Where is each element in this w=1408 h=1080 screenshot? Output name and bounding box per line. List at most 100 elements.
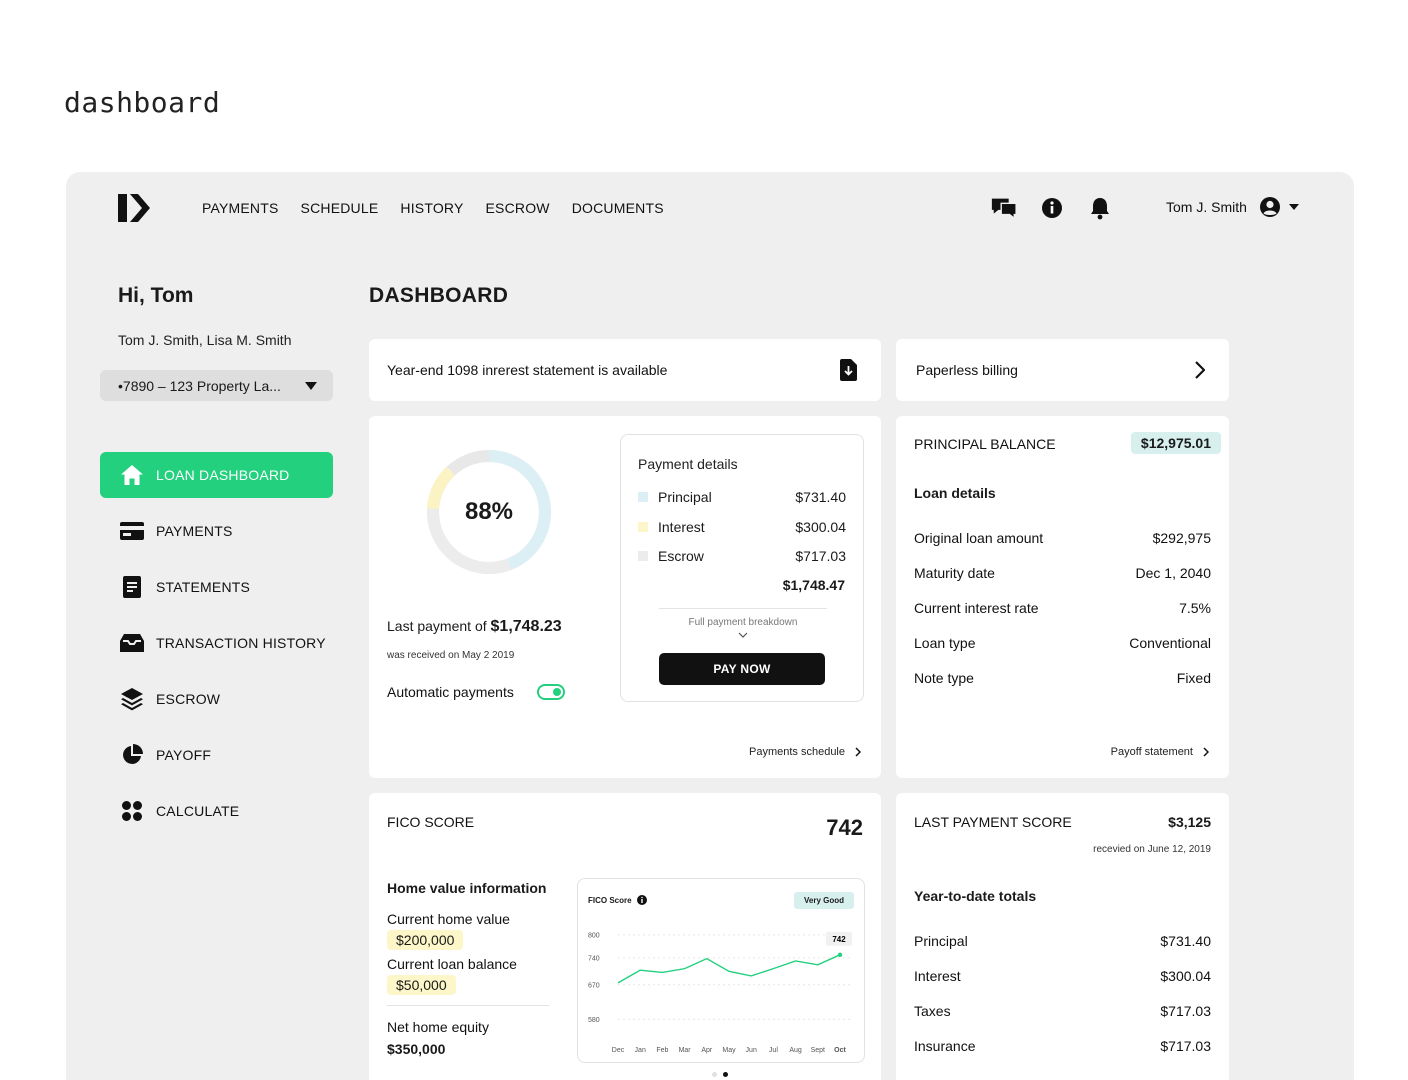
info-icon[interactable] <box>1038 194 1066 222</box>
fico-marker-label: 742 <box>832 935 846 944</box>
chevron-right-icon <box>1203 747 1209 757</box>
layers-icon <box>120 687 144 711</box>
greeting: Hi, Tom <box>118 284 194 307</box>
fico-score-value: 742 <box>826 815 863 840</box>
automatic-payments-label: Automatic payments <box>387 684 514 700</box>
full-payment-breakdown-link[interactable]: Full payment breakdown <box>621 617 865 641</box>
loan-detail-value: 7.5% <box>1179 600 1211 616</box>
sidebar-item-loan-dashboard[interactable]: LOAN DASHBOARD <box>100 452 333 498</box>
bell-icon[interactable] <box>1086 194 1114 222</box>
divider <box>387 1005 549 1006</box>
sidebar-item-label: STATEMENTS <box>156 579 251 595</box>
pay-now-button[interactable]: PAY NOW <box>659 653 825 685</box>
ytd-label: Interest <box>914 968 961 984</box>
sidebar-menu: LOAN DASHBOARD PAYMENTS STATEMENTS TRANS… <box>100 452 333 844</box>
chevron-right-icon <box>1195 361 1205 379</box>
loan-detail-label: Maturity date <box>914 565 995 581</box>
sidebar-item-payoff[interactable]: PAYOFF <box>100 732 333 778</box>
loan-detail-row: Current interest rate 7.5% <box>914 600 1211 616</box>
nav-escrow[interactable]: ESCROW <box>486 200 550 216</box>
ytd-value: $300.04 <box>1160 968 1211 984</box>
last-payment-amount: $1,748.23 <box>490 618 562 635</box>
divider <box>659 608 827 609</box>
statement-notice-card[interactable]: Year-end 1098 inrerest statement is avai… <box>369 339 881 401</box>
document-icon <box>120 575 144 599</box>
ytd-label: Principal <box>914 933 968 949</box>
automatic-payments-toggle[interactable] <box>537 684 565 700</box>
y-tick-label: 800 <box>588 932 600 939</box>
principal-balance-value: $12,975.01 <box>1130 432 1221 454</box>
payment-progress-donut: 88% <box>423 446 555 578</box>
sidebar-item-statements[interactable]: STATEMENTS <box>100 564 333 610</box>
x-tick-label: Mar <box>679 1047 692 1054</box>
current-loan-balance-label: Current loan balance <box>387 956 517 972</box>
net-home-equity-label: Net home equity <box>387 1019 489 1035</box>
paperless-billing-card[interactable]: Paperless billing <box>896 339 1229 401</box>
grid-dots-icon <box>120 799 144 823</box>
fico-score-title: FICO SCORE <box>387 814 475 830</box>
sidebar-item-transaction-history[interactable]: TRANSACTION HISTORY <box>100 620 333 666</box>
x-tick-label: Sept <box>811 1047 825 1054</box>
payment-details-title: Payment details <box>638 456 738 472</box>
ytd-totals-heading: Year-to-date totals <box>914 888 1037 904</box>
loan-detail-row: Loan type Conventional <box>914 635 1211 651</box>
last-payment-score-card: LAST PAYMENT SCORE $3,125 recevied on Ju… <box>896 793 1229 1080</box>
fico-chart-box: FICO Score Very Good 800 740 670 580 Dec Jan F… <box>577 878 865 1063</box>
loan-detail-row: Note type Fixed <box>914 670 1211 686</box>
paperless-billing-label: Paperless billing <box>916 362 1018 378</box>
last-payment-score-value: $3,125 <box>1168 814 1211 830</box>
sidebar-item-payments[interactable]: PAYMENTS <box>100 508 333 554</box>
loan-detail-value: Conventional <box>1129 635 1211 651</box>
loan-detail-label: Loan type <box>914 635 976 651</box>
fico-current-marker: 742 <box>826 931 852 946</box>
pagination-dot-active[interactable] <box>723 1072 728 1077</box>
payment-detail-row: Escrow $717.03 <box>638 548 846 564</box>
loan-detail-value: $292,975 <box>1152 530 1211 546</box>
payoff-statement-label: Payoff statement <box>1110 746 1193 758</box>
x-tick-label: Dec <box>612 1047 625 1054</box>
nav-payments[interactable]: PAYMENTS <box>202 200 279 216</box>
download-document-icon[interactable] <box>840 359 857 381</box>
fico-data-point <box>837 952 843 958</box>
inbox-icon <box>120 631 144 655</box>
payment-detail-label: Principal <box>658 489 712 505</box>
property-select-value: •7890 – 123 Property La... <box>118 377 281 394</box>
loan-detail-label: Note type <box>914 670 974 686</box>
fico-series-line <box>617 954 841 984</box>
x-tick-label: Apr <box>701 1047 713 1054</box>
chat-icon[interactable] <box>990 194 1018 222</box>
sidebar-item-calculate[interactable]: CALCULATE <box>100 788 333 834</box>
x-tick-label: Aug <box>789 1047 802 1054</box>
y-tick-label: 580 <box>588 1017 600 1024</box>
legend-swatch-escrow <box>638 551 648 561</box>
breakdown-link-label: Full payment breakdown <box>688 617 798 628</box>
brand-logo[interactable] <box>118 194 150 222</box>
pie-chart-icon <box>120 743 144 767</box>
nav-history[interactable]: HISTORY <box>400 200 463 216</box>
payment-detail-row: Principal $731.40 <box>638 489 846 505</box>
property-select[interactable]: •7890 – 123 Property La... <box>100 370 333 401</box>
x-tick-label: Jun <box>746 1047 757 1054</box>
loan-detail-label: Original loan amount <box>914 530 1044 546</box>
ytd-row: Insurance $717.03 <box>914 1038 1211 1054</box>
x-tick-label: Jan <box>635 1047 646 1054</box>
nav-schedule[interactable]: SCHEDULE <box>301 200 379 216</box>
loan-detail-label: Current interest rate <box>914 600 1039 616</box>
ytd-row: Interest $300.04 <box>914 968 1211 984</box>
payment-detail-label: Escrow <box>658 548 704 564</box>
payments-schedule-link[interactable]: Payments schedule <box>749 746 861 758</box>
user-menu[interactable]: Tom J. Smith <box>1166 196 1299 218</box>
toggle-knob <box>553 688 561 696</box>
loan-details-heading: Loan details <box>914 485 996 501</box>
nav-documents[interactable]: DOCUMENTS <box>572 200 664 216</box>
payoff-statement-link[interactable]: Payoff statement <box>1111 746 1209 758</box>
payment-progress-label: 88% <box>464 498 514 525</box>
net-home-equity-value: $350,000 <box>387 1041 446 1057</box>
sidebar-item-escrow[interactable]: ESCROW <box>100 676 333 722</box>
chevron-down-icon <box>621 630 865 641</box>
home-icon <box>120 463 144 487</box>
pagination-dot[interactable] <box>712 1072 717 1077</box>
caret-down-icon <box>1288 204 1299 210</box>
ytd-label: Insurance <box>914 1038 976 1054</box>
sidebar-item-label: TRANSACTION HISTORY <box>156 635 326 651</box>
